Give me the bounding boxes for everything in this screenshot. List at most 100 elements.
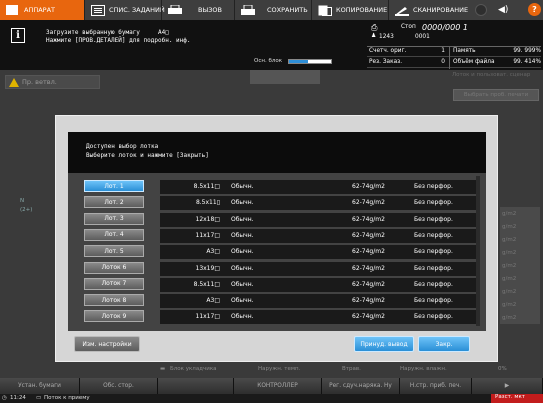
humidity-value: 0% (498, 366, 507, 372)
tray-paper-size: A3□ (160, 297, 220, 304)
tab-save[interactable]: СОХРАНИТЬ (235, 0, 311, 20)
tray-button[interactable]: Лот. 1 (84, 180, 144, 192)
tray-details[interactable]: 8.5x11▯ Обычн. 62-74g/m2 Без перфор. (160, 196, 478, 211)
tray-details[interactable]: 8.5x11□ Обычн. 62-74g/m2 Без перфор. (160, 277, 478, 292)
tray-paper-type: Обычн. (231, 231, 254, 239)
tray-row[interactable]: Лоток 7 8.5x11□ Обычн. 62-74g/m2 Без перфор. (84, 277, 478, 292)
tray-button[interactable]: Лоток 6 (84, 261, 144, 274)
ext-humidity-label: Наружн. влажн. (400, 366, 447, 372)
adjustment-button[interactable]: Рег. сдуч.наряка. Ну (322, 378, 400, 394)
tray-paper-weight: 62-74g/m2 (352, 183, 385, 190)
tab-copy[interactable]: КОПИРОВАНИЕ (312, 0, 388, 20)
change-settings-button[interactable]: Изм. настройки (74, 336, 140, 352)
right-tray-info: g/m2 (500, 233, 540, 246)
tray-button[interactable]: Лот. 2 (84, 196, 144, 209)
copy-icon (318, 5, 332, 16)
tray-perforation: Без перфор. (414, 264, 453, 272)
status-circle-icon[interactable] (475, 4, 487, 16)
tray-row[interactable]: Лоток 9 11x17□ Обычн. 62-74g/m2 Без перфор. (84, 310, 478, 325)
clock-time: 11:24 (10, 395, 26, 401)
controller-button[interactable]: КОНТРОЛЛЕР (234, 378, 322, 394)
tray-details[interactable]: 11x17□ Обычн. 62-74g/m2 Без перфор. (160, 228, 478, 243)
printer-icon: ⎙ (371, 23, 378, 32)
status-grid: Счетч. ориг. 1 Память 99. 999% Рез. Зака… (367, 46, 541, 69)
paper-setup-button[interactable]: Устан. бумаги (0, 378, 80, 394)
status-label: Счетч. ориг. (369, 48, 407, 54)
sub-status-bar: ▬ Блок укладчика Наружн. темп. Втрав. На… (0, 362, 543, 378)
tray-details[interactable]: 13x19□ Обычн. 62-74g/m2 Без перфор. (160, 261, 478, 276)
tray-button[interactable]: Лот. 4 (84, 228, 144, 241)
tray-button[interactable]: Лот. 3 (84, 212, 144, 225)
message-line-2: Нажмите [ПРОВ.ДЕТАЛЕЙ] для подробн. инф. (46, 37, 191, 44)
tray-button[interactable]: Лот. 5 (84, 245, 144, 258)
tray-perforation: Без перфор. (414, 183, 453, 190)
tray-row[interactable]: Лот. 1 8.5x11□ Обычн. 62-74g/m2 Без перфор. (84, 180, 478, 194)
tray-row[interactable]: Лоток 6 13x19□ Обычн. 62-74g/m2 Без перфор. (84, 261, 478, 276)
tray-details[interactable]: A3□ Обычн. 62-74g/m2 Без перфор. (160, 294, 478, 309)
tab-job-list-label: СПИС. ЗАДАНИЙ (109, 6, 165, 14)
tray-paper-type: Обычн. (231, 215, 254, 223)
select-test-print-button[interactable]: Выбрать проб. печати (453, 89, 539, 101)
tray-perforation: Без перфор. (414, 313, 453, 321)
block-progress-fill (289, 60, 308, 63)
service-button[interactable]: Обс. стор. (80, 378, 158, 394)
scrollbar[interactable] (476, 176, 480, 326)
branch-warning[interactable]: Пр. ветвл. (5, 75, 100, 89)
tray-paper-size: A3□ (160, 248, 220, 255)
tray-row[interactable]: Лоток 8 A3□ Обычн. 62-74g/m2 Без перфор. (84, 294, 478, 309)
stacker-icon: ▬ (160, 366, 166, 372)
tray-perforation: Без перфор. (414, 231, 453, 239)
tray-row[interactable]: Лот. 4 11x17□ Обычн. 62-74g/m2 Без перфор. (84, 228, 478, 243)
right-tray-info: g/m2 (500, 220, 540, 233)
tray-paper-type: Обычн. (231, 199, 254, 207)
intake-label: Втрав. (342, 366, 361, 372)
folder-icon: ▭ (36, 395, 42, 401)
tray-row[interactable]: Лот. 2 8.5x11▯ Обычн. 62-74g/m2 Без перфор. (84, 196, 478, 211)
tray-row[interactable]: Лот. 5 A3□ Обычн. 62-74g/m2 Без перфор. (84, 245, 478, 260)
tab-scan[interactable]: СКАНИРОВАНИЕ (389, 0, 469, 20)
tray-button[interactable]: Лоток 7 (84, 277, 144, 290)
print-setup-button[interactable]: Н.стр. приб. печ. (400, 378, 472, 394)
tray-paper-weight: 62-74g/m2 (352, 297, 385, 305)
tray-paper-size: 8.5x11▯ (160, 199, 220, 206)
tab-job-list[interactable]: СПИС. ЗАДАНИЙ (85, 0, 165, 20)
tab-recall[interactable]: ВЫЗОВ (162, 0, 234, 20)
tab-machine[interactable]: АППАРАТ (0, 0, 84, 20)
disabled-button[interactable] (158, 378, 234, 394)
right-tray-info: g/m2 (500, 298, 540, 311)
status-value: 99. 414% (513, 59, 541, 65)
dialog-line-1: Доступен выбор лотка (86, 143, 159, 150)
tray-details[interactable]: 12x18□ Обычн. 62-74g/m2 Без перфор. (160, 212, 478, 227)
speaker-icon[interactable]: ◀) (493, 5, 513, 15)
close-button[interactable]: Закр. (418, 336, 470, 352)
force-output-button[interactable]: Принуд. вывод (354, 336, 414, 352)
status-divider (449, 47, 450, 69)
footer-status: Поток к приему (44, 395, 90, 401)
status-label: Объём файла (453, 59, 495, 65)
tray-paper-size: 8.5x11□ (160, 183, 220, 190)
scan-icon (395, 5, 409, 16)
right-tray-info: g/m2 (500, 259, 540, 272)
tray-paper-type: Обычн. (231, 183, 254, 190)
tray-details[interactable]: 11x17□ Обычн. 62-74g/m2 Без перфор. (160, 310, 478, 325)
next-arrow-button[interactable]: ▶ (472, 378, 543, 394)
tray-perforation: Без перфор. (414, 215, 453, 223)
tab-scan-label: СКАНИРОВАНИЕ (413, 6, 469, 14)
user-icon: ♟ (371, 33, 377, 39)
tray-details[interactable]: A3□ Обычн. 62-74g/m2 Без перфор. (160, 245, 478, 260)
help-icon[interactable]: ? (528, 3, 541, 16)
tray-button[interactable]: Лоток 9 (84, 310, 144, 323)
right-tray-info: g/m2 (500, 207, 540, 220)
tray-perforation: Без перфор. (414, 280, 453, 288)
tab-machine-label: АППАРАТ (24, 6, 56, 14)
dialog-message: Доступен выбор лотка Выберите лоток и на… (68, 132, 486, 174)
footer-alert[interactable]: Разст. мкт (491, 394, 543, 403)
tray-details[interactable]: 8.5x11□ Обычн. 62-74g/m2 Без перфор. (160, 180, 478, 194)
orientation-icon: □ (214, 297, 220, 305)
info-icon: i (11, 28, 25, 43)
tray-row[interactable]: Лот. 3 12x18□ Обычн. 62-74g/m2 Без перфор. (84, 212, 478, 227)
tray-button[interactable]: Лоток 8 (84, 294, 144, 307)
tray-paper-size: 11x17□ (160, 313, 221, 321)
tray-paper-type: Обычн. (231, 313, 254, 321)
orientation-icon: □ (214, 313, 220, 321)
